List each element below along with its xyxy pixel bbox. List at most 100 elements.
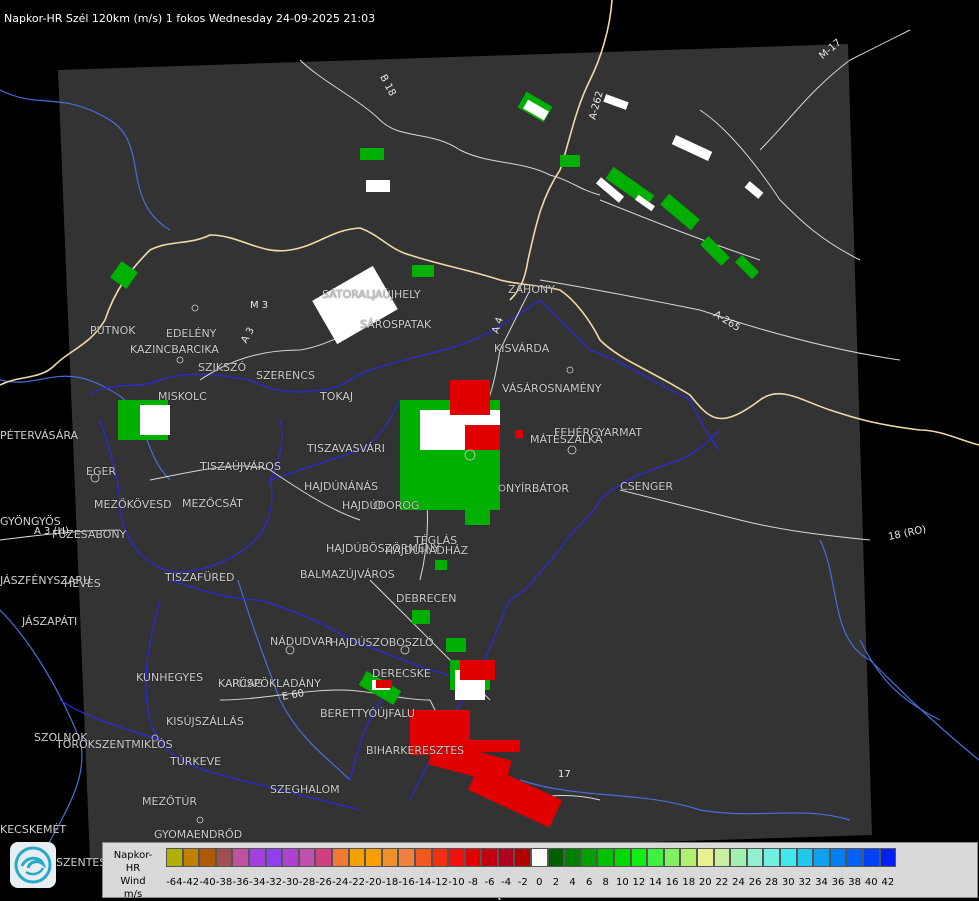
legend-swatch (265, 848, 283, 867)
legend-swatch (232, 848, 249, 867)
legend-swatch (166, 848, 183, 867)
legend-tick-label: -12 (431, 877, 448, 888)
legend-tick-label: 24 (732, 877, 745, 888)
legend-swatch (514, 848, 532, 867)
legend-tick-label: 18 (682, 877, 696, 888)
legend-tick-label: -42 (182, 877, 200, 888)
city-label: EDELÉNY (166, 327, 217, 340)
map-title: Napkor-HR Szél 120km (m/s) 1 fokos Wedne… (4, 12, 376, 25)
legend-tick-label: -36 (232, 877, 249, 888)
city-label: HAJDÚHADHÁZ (385, 544, 469, 557)
legend-tick-label: -16 (398, 877, 415, 888)
legend-swatch (564, 848, 581, 867)
legend-title-line2: Wind (120, 876, 146, 887)
road-label: 17 (558, 769, 571, 780)
legend-swatch (547, 848, 565, 867)
legend-tick-label: -14 (415, 877, 432, 888)
legend-swatch (464, 848, 482, 867)
legend-swatch (813, 848, 830, 867)
legend-tick-label: -64 (166, 877, 183, 888)
legend-swatch (879, 848, 897, 867)
legend-swatch (248, 848, 266, 867)
city-label: MEZŐKÖVESD (94, 498, 172, 511)
legend-swatch (730, 848, 747, 867)
road-label: A 3 (H) (34, 526, 69, 537)
city-label: PÜSPÖKLADÁNY (232, 677, 321, 690)
legend-unit: m/s (123, 889, 143, 900)
legend-tick-label: 36 (831, 877, 845, 888)
legend-ticks: -64 -42 -40 -38 -36 -34 -32 -30 -28 -26 -24 -22 -20-… (166, 877, 896, 888)
legend-tick-label: -38 (215, 877, 233, 888)
legend-tick-label: 32 (798, 877, 812, 888)
legend-tick-label: 16 (665, 877, 679, 888)
legend-swatch (182, 848, 200, 867)
city-label: KAZINCBARCIKA (130, 343, 219, 356)
legend-tick-label: 20 (698, 877, 712, 888)
city-label: TÖRÖKSZENTMIKLÓS (56, 738, 173, 751)
color-legend: Napkor-HR Wind m/s -64 -42 -40 -38 -36 -34 -32… (102, 842, 978, 900)
legend-swatch (862, 848, 880, 867)
city-label: NYÍRBÁTOR (506, 482, 570, 495)
city-label: SZENTES (56, 856, 107, 869)
legend-swatch (199, 848, 216, 867)
city-label: BALMAZÚJVÁROS (300, 568, 395, 581)
legend-swatch (680, 848, 697, 867)
legend-swatch (282, 848, 299, 867)
legend-tick-label: -26 (315, 877, 332, 888)
legend-swatch (597, 848, 615, 867)
city-label: JÁSZAPÁTI (22, 615, 78, 628)
legend-tick-label: -20 (365, 877, 382, 888)
legend-swatch (763, 848, 780, 867)
city-label: HAJDÚSZOBOSZLÓ (330, 636, 434, 649)
legend-tick-label: 30 (781, 877, 795, 888)
city-label: SZEGHALOM (270, 783, 340, 796)
city-label: EGER (86, 465, 117, 478)
legend-swatch (331, 848, 349, 867)
city-label: HAJDÚDOROG (342, 499, 420, 512)
legend-swatch (414, 848, 432, 867)
legend-tick-label: -6 (484, 877, 495, 888)
legend-swatch (448, 848, 465, 867)
city-label: KISVÁRDA (494, 342, 550, 355)
road-label: M 3 (250, 300, 269, 311)
legend-tick-label: -34 (249, 877, 266, 888)
city-label: TISZAFÜRED (165, 571, 235, 584)
legend-swatch (829, 848, 847, 867)
legend-swatch (481, 848, 498, 867)
city-label: SZIKSZÓ (198, 361, 247, 374)
legend-swatch (647, 848, 664, 867)
legend-tick-label: -30 (282, 877, 299, 888)
city-label: PÉTERVÁSÁRA (0, 429, 79, 442)
legend-tick-label: 2 (552, 877, 560, 888)
legend-swatch (431, 848, 449, 867)
legend-swatch (215, 848, 233, 867)
legend-swatch (663, 848, 681, 867)
legend-swatch (497, 848, 515, 867)
logo (10, 842, 56, 888)
city-label: SÁTORALJAÚJHELY (322, 288, 421, 301)
city-label: KUNHEGYES (136, 671, 204, 684)
legend-tick-label: 6 (585, 877, 593, 888)
city-label: BERETTYÓÚJFALU (320, 707, 415, 720)
legend-tick-label: 12 (632, 877, 646, 888)
legend-tick-label: -10 (448, 877, 465, 888)
legend-tick-label: 8 (602, 877, 609, 888)
city-label: BIHARKERESZTES (366, 744, 465, 757)
legend-swatch (365, 848, 382, 867)
legend-tick-label: 0 (536, 877, 543, 888)
legend-swatch (779, 848, 797, 867)
legend-swatch (746, 848, 764, 867)
legend-swatch (580, 848, 598, 867)
legend-tick-label: -8 (467, 877, 478, 888)
city-label: ZÁHONY (508, 283, 555, 296)
legend-swatch (298, 848, 316, 867)
legend-swatch (315, 848, 332, 867)
radar-map (0, 0, 979, 900)
legend-swatch (713, 848, 731, 867)
legend-swatch (398, 848, 415, 867)
legend-title-line1: Napkor-HR (113, 850, 153, 874)
legend-tick-label: 22 (715, 877, 729, 888)
legend-tick-label: 26 (748, 877, 762, 888)
legend-swatch (531, 848, 548, 867)
legend-swatches (166, 848, 897, 867)
